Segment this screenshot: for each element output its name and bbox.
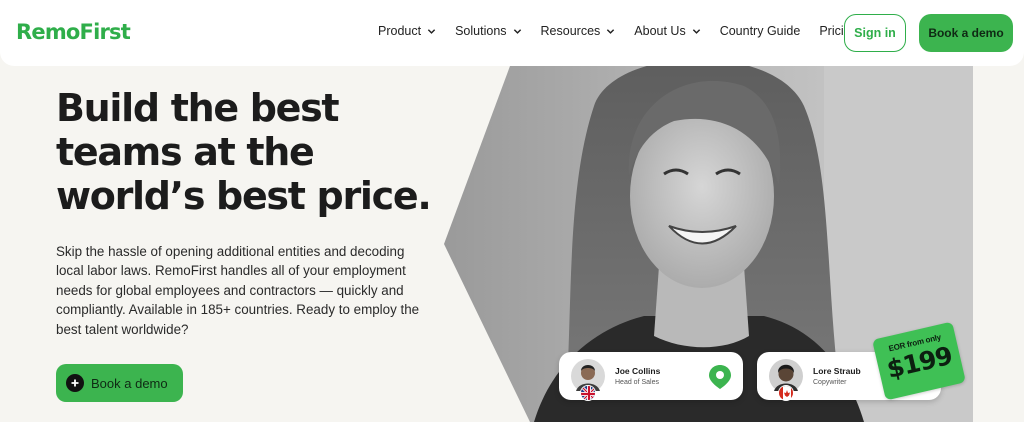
nav-item-label: Solutions [455, 24, 507, 38]
nav-item-label: Country Guide [719, 24, 801, 38]
plus-circle-icon [66, 374, 84, 392]
profile-name: Joe Collins [615, 366, 661, 376]
site-header: RemoFirst Product Solutions Resources Ab… [0, 0, 1024, 66]
book-demo-hero-button[interactable]: Book a demo [56, 364, 183, 402]
nav-item-label: Product [378, 24, 422, 38]
nav-item-country-guide[interactable]: Country Guide [720, 24, 801, 38]
profile-role: Copywriter [813, 379, 847, 386]
profile-role: Head of Sales [615, 379, 659, 386]
chevron-down-icon [427, 28, 436, 34]
chevron-down-icon [607, 28, 615, 34]
avatar [769, 359, 803, 401]
book-demo-label: Book a demo [91, 375, 168, 391]
nav-item-about-us[interactable]: About Us [634, 24, 700, 38]
chevron-down-icon [513, 28, 521, 34]
canada-flag-icon [778, 385, 794, 401]
main-nav: Product Solutions Resources About Us Cou… [378, 24, 877, 38]
chevron-down-icon [692, 28, 700, 34]
hero-description: Skip the hassle of opening additional en… [56, 244, 420, 337]
uk-flag-icon [580, 385, 596, 401]
nav-item-solutions[interactable]: Solutions [455, 24, 521, 38]
book-demo-header-button[interactable]: Book a demo [919, 14, 1013, 52]
nav-item-label: About Us [634, 24, 686, 38]
avatar [571, 359, 605, 401]
nav-item-product[interactable]: Product [378, 24, 436, 38]
hero-title: Build the best teams at the world’s best… [56, 86, 432, 218]
profile-name: Lore Straub [813, 366, 861, 376]
sign-in-button[interactable]: Sign in [844, 14, 906, 52]
remofirst-logo[interactable]: RemoFirst [16, 20, 131, 44]
nav-item-resources[interactable]: Resources [541, 24, 616, 38]
nav-item-label: Resources [540, 24, 601, 38]
location-pin-icon [709, 365, 731, 389]
